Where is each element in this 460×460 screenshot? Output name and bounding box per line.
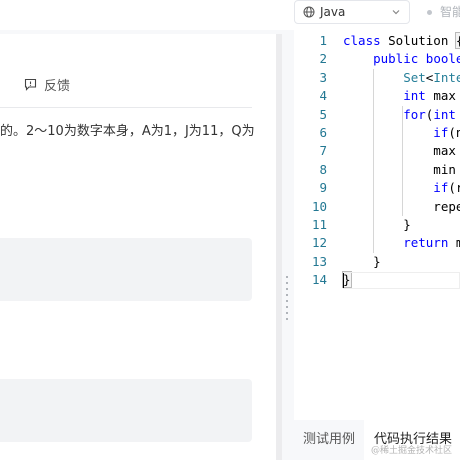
indent-guide: [373, 68, 374, 253]
line-number: 6: [319, 125, 327, 140]
code-token: Solution: [388, 33, 456, 48]
code-line[interactable]: 12 return m: [294, 234, 460, 252]
code-text: }: [343, 253, 381, 271]
code-line[interactable]: 2 public boolea: [294, 50, 460, 68]
pane-splitter-handle[interactable]: [285, 276, 289, 322]
status-dot-icon: [427, 10, 432, 15]
line-number: 10: [311, 198, 327, 214]
feedback-icon: [24, 78, 37, 91]
line-number: 13: [311, 253, 327, 269]
line-number: 7: [319, 143, 327, 159]
code-line[interactable]: 13 }: [294, 253, 460, 271]
code-text: return m: [343, 234, 460, 252]
line-number: 5: [319, 106, 327, 122]
code-line[interactable]: 3 Set<Inte: [294, 69, 460, 87]
line-number: 4: [319, 88, 327, 104]
code-text: public boolea: [343, 50, 460, 68]
code-token: for: [343, 106, 426, 122]
line-number: 1: [319, 33, 327, 48]
code-line[interactable]: 4 int max: [294, 87, 460, 105]
code-line[interactable]: 9 if(r: [294, 179, 460, 197]
watermark: @稀土掘金技术社区: [371, 446, 453, 456]
code-text: int max: [343, 87, 460, 105]
example-box-2: [0, 379, 252, 442]
code-token: boolea: [425, 51, 460, 67]
code-line[interactable]: 5 for(int: [294, 106, 460, 124]
code-token: return: [343, 235, 456, 251]
feedback-label: 反馈: [44, 79, 71, 94]
code-token: }: [343, 253, 381, 269]
code-token: m: [455, 235, 460, 251]
code-line[interactable]: 1 class Solution {: [294, 32, 460, 50]
code-token: if: [343, 180, 449, 196]
tab-testcase[interactable]: 测试用例: [294, 420, 364, 460]
indent-guide: [402, 105, 403, 216]
text-cursor: [343, 273, 344, 288]
code-token: int: [433, 106, 456, 122]
code-token: {: [454, 32, 460, 49]
globe-icon: [303, 6, 315, 18]
code-token: int: [343, 88, 434, 104]
code-token: Inte: [433, 69, 460, 85]
code-token: if: [343, 125, 449, 140]
problem-panel: 反馈 的。2～10为数字本身，A为1，J为11，Q为: [0, 34, 276, 460]
divider: [0, 107, 252, 108]
code-text: }: [343, 216, 411, 234]
code-line[interactable]: 10 repe: [294, 198, 460, 216]
problem-scrollbar[interactable]: [276, 34, 282, 460]
line-number: 3: [319, 69, 327, 85]
code-token: }: [343, 217, 411, 232]
line-number: 9: [319, 180, 327, 196]
feedback-button[interactable]: 反馈: [24, 75, 70, 94]
code-token: Set: [343, 69, 426, 85]
language-select-value: Java: [320, 5, 346, 19]
code-token: class: [343, 33, 389, 48]
top-bar: Java 智能: [0, 0, 460, 30]
language-select[interactable]: Java: [294, 0, 410, 24]
chevron-down-icon: [392, 10, 400, 15]
line-number: 14: [311, 272, 327, 288]
code-line[interactable]: 11 }: [294, 216, 460, 234]
code-token: (r: [448, 180, 460, 196]
code-token: max: [433, 88, 456, 104]
code-line[interactable]: 8 min: [294, 161, 460, 179]
code-text: Set<Inte: [343, 69, 460, 87]
code-token: (n: [448, 125, 460, 140]
code-line[interactable]: 7 max: [294, 142, 460, 160]
line-number: 11: [311, 217, 327, 232]
line-number: 8: [319, 161, 327, 177]
current-line-highlight: [343, 272, 460, 289]
assistant-toggle[interactable]: 智能: [440, 3, 460, 20]
code-text: class Solution {: [343, 32, 460, 50]
code-token: public: [343, 51, 426, 67]
example-box-1: [0, 238, 252, 301]
code-editor[interactable]: 1class Solution {2 public boolea3 Set<In…: [294, 30, 460, 420]
line-number: 12: [311, 235, 327, 251]
problem-description: 的。2～10为数字本身，A为1，J为11，Q为: [0, 124, 255, 139]
line-number: 2: [319, 51, 327, 67]
code-line[interactable]: 6 if(n: [294, 124, 460, 142]
